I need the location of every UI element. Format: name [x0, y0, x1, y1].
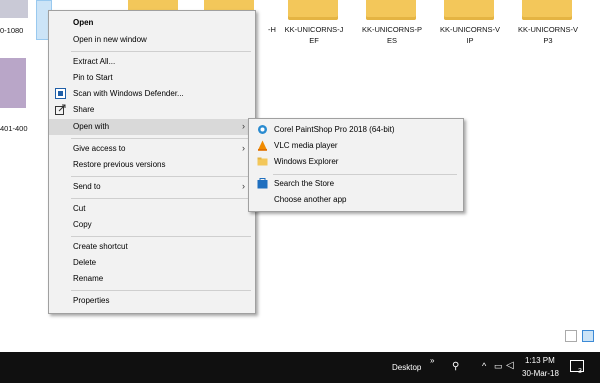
- submenu-item-label: Search the Store: [274, 179, 335, 188]
- store-icon: [257, 178, 268, 189]
- folder-icon: [257, 156, 268, 167]
- menu-item-label: Scan with Windows Defender...: [73, 89, 184, 98]
- menu-item-label: Open in new window: [73, 35, 147, 44]
- file-thumbnail-mid-left[interactable]: [0, 58, 26, 108]
- menu-item-pin-to-start[interactable]: Pin to Start: [49, 70, 255, 86]
- people-icon[interactable]: ⚲: [452, 361, 459, 372]
- view-toggle: [564, 330, 594, 344]
- menu-item-label: Restore previous versions: [73, 160, 166, 169]
- file-label-top-left: 0-1080: [0, 26, 24, 35]
- menu-item-label: Share: [73, 105, 95, 114]
- chevron-up-icon[interactable]: ^: [482, 361, 486, 371]
- vlc-cone-icon: [257, 140, 268, 151]
- taskbar: Desktop » ⚲ ^ ▭ ◁ 1:13 PM 30-Mar-18 3: [0, 352, 600, 383]
- menu-item-label: Give access to: [73, 144, 126, 153]
- folder-icon[interactable]: [366, 0, 416, 20]
- menu-separator: [71, 138, 251, 139]
- submenu-item-explorer[interactable]: Windows Explorer: [249, 154, 463, 170]
- menu-item-copy[interactable]: Copy: [49, 217, 255, 233]
- network-icon[interactable]: ▭: [494, 361, 503, 372]
- submenu-item-label: Windows Explorer: [274, 157, 339, 166]
- menu-item-create-shortcut[interactable]: Create shortcut: [49, 239, 255, 255]
- submenu-item-search-store[interactable]: Search the Store: [249, 176, 463, 192]
- menu-item-rename[interactable]: Rename: [49, 271, 255, 287]
- submenu-item-label: Corel PaintShop Pro 2018 (64-bit): [274, 125, 395, 134]
- volume-icon[interactable]: ◁: [506, 360, 514, 371]
- menu-item-label: Delete: [73, 258, 97, 267]
- desktop-toolbar-label[interactable]: Desktop: [392, 363, 421, 372]
- details-view-icon[interactable]: [564, 330, 577, 342]
- menu-item-label: Send to: [73, 182, 101, 191]
- folder-icon[interactable]: [444, 0, 494, 20]
- menu-separator: [71, 236, 251, 237]
- menu-separator: [71, 198, 251, 199]
- menu-separator: [71, 51, 251, 52]
- menu-separator: [273, 174, 457, 175]
- context-menu: Open Open in new window Extract All... P…: [48, 10, 256, 314]
- menu-item-scan-defender[interactable]: Scan with Windows Defender...: [49, 86, 255, 102]
- folder-label: KK-UNICORNS-P ES: [361, 25, 422, 45]
- menu-item-give-access[interactable]: Give access to ›: [49, 141, 255, 157]
- submenu-item-choose-another-app[interactable]: Choose another app: [249, 192, 463, 208]
- menu-item-label: Copy: [73, 220, 92, 229]
- menu-separator: [71, 290, 251, 291]
- folder-label: KK-UNICORNS-V P3: [517, 25, 578, 45]
- menu-separator: [71, 176, 251, 177]
- file-thumbnail-top-left[interactable]: [0, 0, 28, 18]
- windows-defender-icon: [55, 88, 66, 99]
- menu-item-label: Open: [73, 18, 94, 27]
- paintshop-icon: [257, 124, 268, 135]
- submenu-item-paintshop[interactable]: Corel PaintShop Pro 2018 (64-bit): [249, 122, 463, 138]
- menu-item-restore-versions[interactable]: Restore previous versions: [49, 157, 255, 173]
- menu-item-label: Pin to Start: [73, 73, 113, 82]
- menu-item-open[interactable]: Open: [49, 15, 255, 31]
- open-with-submenu: Corel PaintShop Pro 2018 (64-bit) VLC me…: [248, 118, 464, 212]
- menu-item-cut[interactable]: Cut: [49, 201, 255, 217]
- menu-item-label: Rename: [73, 274, 104, 283]
- menu-item-label: Extract All...: [73, 57, 116, 66]
- folder-label: KK-UNICORNS-V IP: [439, 25, 500, 45]
- menu-item-label: Properties: [73, 296, 110, 305]
- menu-item-delete[interactable]: Delete: [49, 255, 255, 271]
- clock-time[interactable]: 1:13 PM: [525, 356, 555, 365]
- folder-icon[interactable]: [522, 0, 572, 20]
- menu-item-extract-all[interactable]: Extract All...: [49, 54, 255, 70]
- menu-item-open-with[interactable]: Open with ›: [49, 119, 255, 135]
- menu-item-send-to[interactable]: Send to ›: [49, 179, 255, 195]
- folder-label: KK-UNICORNS-J EF: [284, 25, 344, 45]
- chevron-right-icon: ›: [242, 181, 245, 191]
- menu-item-label: Cut: [73, 204, 86, 213]
- menu-item-label: Open with: [73, 122, 110, 131]
- chevron-right-icon: ›: [242, 121, 245, 131]
- menu-item-properties[interactable]: Properties: [49, 293, 255, 309]
- notification-count: 3: [578, 368, 582, 375]
- submenu-item-label: Choose another app: [274, 195, 347, 204]
- share-icon: [55, 104, 66, 115]
- file-label-mid-left: 401-400: [0, 124, 28, 133]
- clock-date[interactable]: 30-Mar-18: [522, 369, 559, 378]
- large-icons-view-icon[interactable]: [582, 330, 594, 342]
- submenu-item-label: VLC media player: [274, 141, 338, 150]
- menu-item-open-new-window[interactable]: Open in new window: [49, 32, 255, 48]
- menu-item-label: Create shortcut: [73, 242, 128, 251]
- submenu-item-vlc[interactable]: VLC media player: [249, 138, 463, 154]
- folder-icon[interactable]: [288, 0, 338, 20]
- chevron-right-icon: ›: [242, 143, 245, 153]
- toolbar-expand-icon[interactable]: »: [430, 356, 434, 365]
- menu-item-share[interactable]: Share: [49, 102, 255, 118]
